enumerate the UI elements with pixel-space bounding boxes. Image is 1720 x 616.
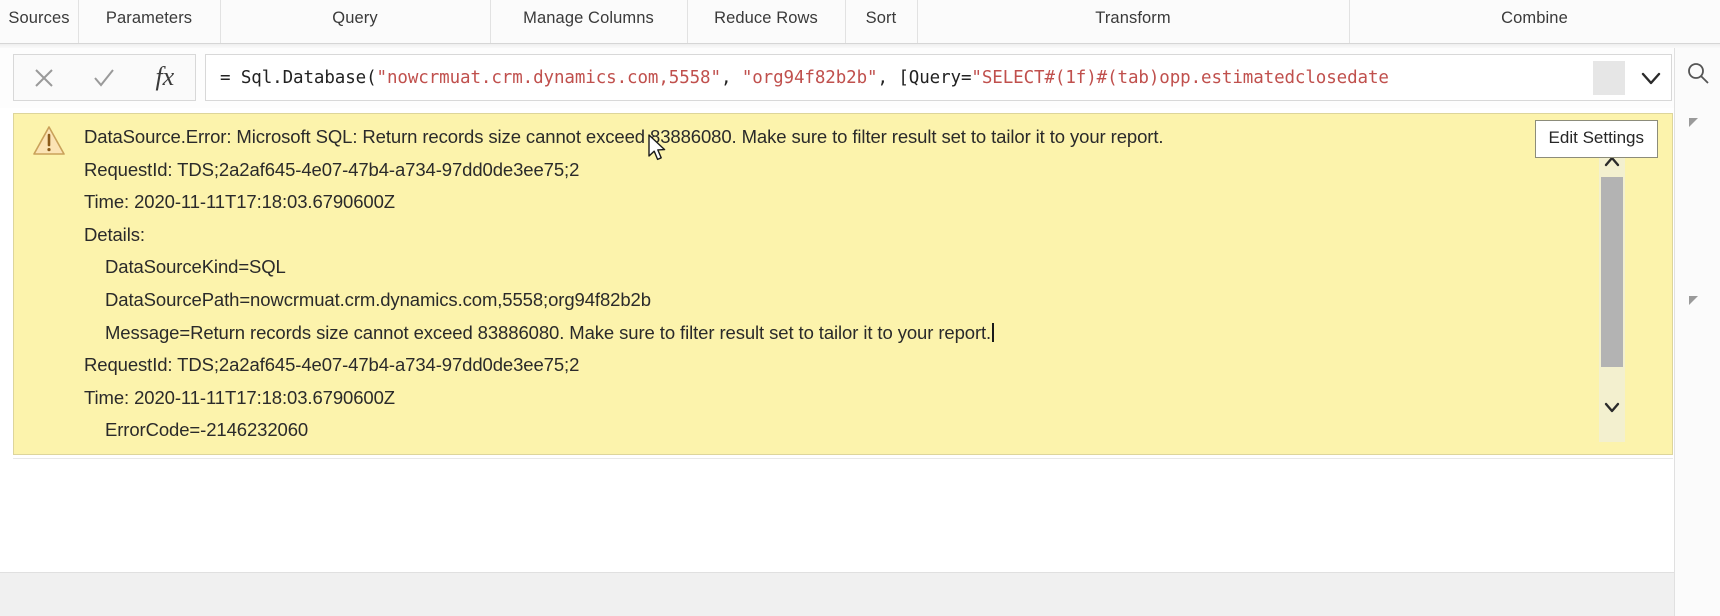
power-query-editor-window: Sources Parameters Query Manage Columns Redu… xyxy=(0,0,1720,616)
error-scrollbar[interactable] xyxy=(1599,127,1625,442)
error-line: Time: 2020-11-11T17:18:03.6790600Z xyxy=(84,382,1616,415)
error-line: ErrorCode=-2146232060 xyxy=(84,414,1616,447)
preview-divider xyxy=(13,458,1673,459)
error-line-text: RequestId: TDS;2a2af645-4e07-47b4-a734-9… xyxy=(84,354,580,376)
chevron-down-icon[interactable] xyxy=(1631,55,1671,100)
formula-segment: , xyxy=(720,67,742,88)
error-line-text: DataSource.Error: Microsoft SQL: Return … xyxy=(84,126,1164,147)
ribbon-group-sort: Sort xyxy=(845,0,917,43)
formula-bar-buttons: fx xyxy=(13,54,196,101)
check-icon[interactable] xyxy=(74,55,134,100)
error-line: Time: 2020-11-11T17:18:03.6790600Z xyxy=(84,186,1616,219)
error-line-text: ErrorCode=-2146232060 xyxy=(105,419,309,441)
error-line-text: DataSourcePath=nowcrmuat.crm.dynamics.co… xyxy=(105,288,651,310)
error-banner: DataSource.Error: Microsoft SQL: Return … xyxy=(13,113,1673,455)
status-bar xyxy=(0,572,1674,616)
error-line-text: Time: 2020-11-11T17:18:03.6790600Z xyxy=(84,386,395,408)
ribbon-group-label: Combine xyxy=(1501,9,1568,27)
formula-segment: "org94f82b2b" xyxy=(741,67,878,88)
error-line: RequestId: TDS;2a2af645-4e07-47b4-a734-9… xyxy=(84,349,1616,382)
ribbon-group-label: Transform xyxy=(1095,9,1171,27)
triangle-collapse-icon[interactable] xyxy=(1689,118,1698,127)
formula-bar-row: fx = Sql.Database("nowcrmuat.crm.dynamic… xyxy=(0,48,1720,108)
ribbon-group-manage-columns: Manage Columns xyxy=(490,0,687,43)
formula-text[interactable]: = Sql.Database("nowcrmuat.crm.dynamics.c… xyxy=(206,68,1593,88)
ribbon-group-transform: Transform xyxy=(917,0,1349,43)
ribbon-group-label: Sort xyxy=(865,9,897,27)
warning-triangle-icon xyxy=(32,124,66,158)
ribbon-group-combine: Combine xyxy=(1349,0,1720,43)
ribbon-group-label: Sources xyxy=(8,9,70,27)
formula-segment: "nowcrmuat.crm.dynamics.com,5558" xyxy=(376,67,721,88)
formula-segment: = Sql.Database( xyxy=(220,67,377,88)
ribbon-group-query: Query xyxy=(220,0,490,43)
formula-selection-block xyxy=(1593,60,1625,95)
error-line-text: Time: 2020-11-11T17:18:03.6790600Z xyxy=(84,191,395,213)
ribbon-group-label: Parameters xyxy=(105,9,193,27)
preview-pane xyxy=(0,458,1674,616)
error-line-text: Details: xyxy=(84,223,145,245)
ribbon-group-label: Manage Columns xyxy=(523,9,654,27)
scrollbar-thumb[interactable] xyxy=(1601,177,1623,367)
text-caret xyxy=(992,322,995,342)
formula-segment: "SELECT#(1f)#(tab)opp.estimatedclosedate xyxy=(971,67,1389,88)
close-icon[interactable] xyxy=(14,55,74,100)
error-message-text[interactable]: DataSource.Error: Microsoft SQL: Return … xyxy=(84,121,1616,447)
ribbon-group-parameters: Parameters xyxy=(78,0,220,43)
error-line-text: Message=Return records size cannot excee… xyxy=(105,321,992,343)
chevron-down-icon[interactable] xyxy=(1599,394,1625,420)
error-line: RequestId: TDS;2a2af645-4e07-47b4-a734-9… xyxy=(84,154,1616,187)
search-icon[interactable] xyxy=(1686,61,1710,90)
ribbon-group-sources: Sources xyxy=(0,0,78,43)
error-line: Message=Return records size cannot excee… xyxy=(84,317,1616,350)
error-line: Details: xyxy=(84,219,1616,252)
ribbon-group-label: Query xyxy=(332,9,378,27)
ribbon-group-label-strip: Sources Parameters Query Manage Columns Redu… xyxy=(0,0,1720,43)
edit-settings-button[interactable]: Edit Settings xyxy=(1534,120,1658,158)
right-side-rail xyxy=(1674,48,1720,616)
ribbon-group-reduce-rows: Reduce Rows xyxy=(687,0,845,43)
error-line-text: RequestId: TDS;2a2af645-4e07-47b4-a734-9… xyxy=(84,158,580,180)
error-line: DataSourceKind=SQL xyxy=(84,251,1616,284)
ribbon-group-label: Reduce Rows xyxy=(714,9,818,27)
formula-input[interactable]: = Sql.Database("nowcrmuat.crm.dynamics.c… xyxy=(205,54,1672,101)
error-line: DataSourcePath=nowcrmuat.crm.dynamics.co… xyxy=(84,284,1616,317)
formula-segment: , [Query= xyxy=(877,67,972,88)
triangle-collapse-icon[interactable] xyxy=(1689,296,1698,305)
error-line: DataSource.Error: Microsoft SQL: Return … xyxy=(84,121,1616,154)
error-line-text: DataSourceKind=SQL xyxy=(105,256,286,278)
fx-icon[interactable]: fx xyxy=(135,55,195,100)
